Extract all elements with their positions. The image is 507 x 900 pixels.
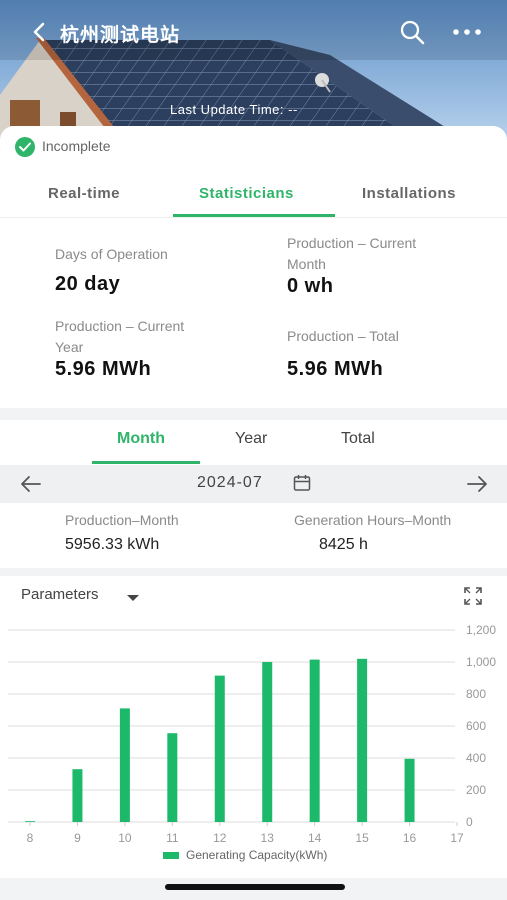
y-tick-label: 600 [466, 719, 486, 733]
search-icon [400, 20, 425, 45]
period-tab-total[interactable]: Total [341, 430, 375, 448]
next-period-button[interactable] [466, 474, 488, 494]
bar [404, 758, 415, 822]
production-month-value: 5956.33 kWh [65, 536, 160, 553]
period-tab-month[interactable]: Month [117, 430, 165, 448]
back-button[interactable] [26, 18, 54, 46]
bar [357, 658, 368, 822]
y-tick-label: 400 [466, 751, 486, 765]
production-current-year-label-line1: Production – Current [55, 318, 185, 334]
production-current-year-value: 5.96 MWh [55, 358, 152, 380]
more-horizontal-icon [453, 29, 481, 35]
expand-icon [464, 587, 482, 605]
y-tick-label: 800 [466, 687, 486, 701]
y-tick-label: 1,200 [466, 623, 496, 637]
home-indicator [165, 884, 345, 890]
date-navigator: 2024-07 [0, 465, 507, 503]
generation-hours-label: Generation Hours–Month [294, 512, 452, 528]
x-tick-label: 11 [166, 831, 179, 845]
production-current-year-label-line2: Year [55, 339, 84, 355]
days-of-operation-value: 20 day [55, 273, 121, 295]
legend-label: Generating Capacity(kWh) [186, 848, 327, 862]
period-panel: Month Year Total 2024-07 Production–Mont… [0, 420, 507, 568]
bar [309, 659, 320, 822]
selected-date[interactable]: 2024-07 [197, 474, 263, 492]
station-summary-card: Incomplete Real-time Statisticians Insta… [0, 126, 507, 408]
main-tabs: Real-time Statisticians Installations [0, 174, 507, 218]
production-current-month-label-line2: Month [287, 256, 326, 272]
x-tick-label: 10 [118, 831, 132, 845]
previous-period-button[interactable] [20, 474, 42, 494]
bar [214, 675, 225, 822]
calendar-button[interactable] [293, 474, 311, 492]
production-current-month-value: 0 wh [287, 275, 334, 297]
check-circle-icon [15, 137, 35, 157]
legend-swatch [163, 852, 179, 859]
tab-installations[interactable]: Installations [362, 185, 456, 202]
bar [262, 662, 273, 822]
active-tab-indicator [173, 214, 335, 217]
tab-realtime[interactable]: Real-time [48, 185, 120, 202]
production-total-label: Production – Total [287, 328, 399, 344]
y-tick-label: 200 [466, 783, 486, 797]
production-current-month-label: Production – Current Month [287, 233, 416, 275]
production-total-value: 5.96 MWh [287, 358, 384, 380]
days-of-operation-label: Days of Operation [55, 246, 168, 262]
fullscreen-button[interactable] [463, 586, 483, 606]
chart-panel: Parameters 0 200 400 600 800 1,000 1,200 8 9 10 11… [0, 576, 507, 878]
last-update-time: Last Update Time: -- [170, 102, 298, 117]
bar [72, 769, 83, 822]
generation-hours-value: 8425 h [319, 536, 368, 553]
parameters-dropdown-label[interactable]: Parameters [21, 586, 99, 603]
x-tick-label: 16 [403, 831, 417, 845]
tab-statisticians[interactable]: Statisticians [199, 185, 294, 202]
x-tick-label: 8 [27, 831, 34, 845]
bar [167, 733, 178, 822]
caret-down-icon[interactable] [126, 590, 140, 601]
x-tick-label: 9 [74, 831, 81, 845]
calendar-icon [293, 475, 311, 491]
period-tab-year[interactable]: Year [235, 430, 267, 448]
active-period-indicator [92, 461, 200, 464]
production-current-month-label-line1: Production – Current [287, 235, 417, 251]
production-current-year-label: Production – Current Year [55, 316, 184, 358]
x-tick-label: 14 [308, 831, 322, 845]
more-options-button[interactable] [450, 18, 484, 46]
x-tick-label: 12 [213, 831, 227, 845]
y-tick-label: 1,000 [466, 655, 496, 669]
x-tick-label: 15 [355, 831, 369, 845]
arrow-right-icon [467, 476, 487, 492]
bar [119, 708, 130, 822]
x-tick-label: 17 [450, 831, 464, 845]
arrow-left-icon [21, 476, 41, 492]
chevron-left-icon [33, 22, 45, 42]
status-text: Incomplete [42, 138, 111, 154]
generating-capacity-chart: 0 200 400 600 800 1,000 1,200 8 9 10 11 12 13 14 15 16 1… [8, 623, 496, 862]
search-button[interactable] [398, 18, 426, 46]
page-title: 杭州测试电站 [60, 25, 181, 46]
station-hero-image: 杭州测试电站 Last Update Time: -- [0, 0, 507, 140]
period-tabs: Month Year Total [0, 420, 507, 465]
bar [25, 821, 35, 822]
y-tick-label: 0 [466, 815, 473, 829]
production-month-label: Production–Month [65, 512, 179, 528]
x-tick-label: 13 [261, 831, 275, 845]
